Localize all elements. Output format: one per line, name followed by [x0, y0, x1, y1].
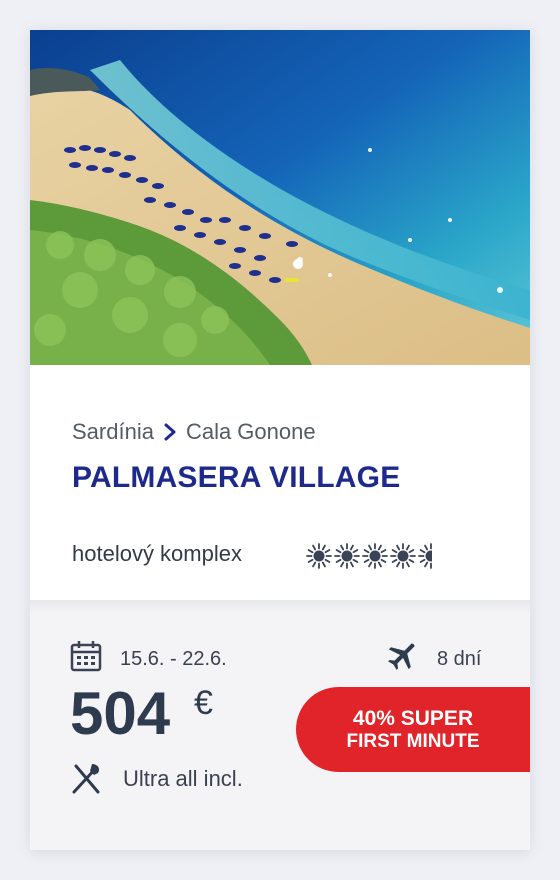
discount-badge[interactable]: 40% SUPER FIRST MINUTE — [296, 687, 530, 772]
badge-line-2: FIRST MINUTE — [346, 730, 480, 752]
badge-line-1: 40% SUPER — [352, 706, 474, 730]
booking-summary: 15.6. - 22.6. 8 dní 504 € Ultra all incl… — [30, 600, 530, 850]
chevron-right-icon — [164, 423, 176, 441]
breadcrumb: Sardínia Cala Gonone — [72, 419, 316, 445]
rating — [306, 543, 432, 571]
hotel-name[interactable]: PALMASERA VILLAGE — [72, 461, 400, 495]
sun-icon — [306, 543, 332, 569]
price-amount: 504 — [70, 680, 171, 747]
hotel-photo[interactable] — [30, 30, 530, 365]
sun-icon — [362, 543, 388, 569]
sun-icon — [418, 543, 432, 569]
hotel-type: hotelový komplex — [72, 541, 242, 566]
airplane-icon — [388, 643, 415, 670]
hotel-info: Sardínia Cala Gonone PALMASERA VILLAGE h… — [30, 365, 530, 600]
board-type: Ultra all incl. — [123, 766, 243, 791]
price-currency: € — [194, 684, 213, 722]
sun-icon — [390, 543, 416, 569]
calendar-icon — [70, 641, 102, 672]
travel-dates: 15.6. - 22.6. — [120, 648, 227, 670]
hotel-card[interactable]: Sardínia Cala Gonone PALMASERA VILLAGE h… — [30, 30, 530, 850]
fork-knife-icon — [72, 764, 100, 794]
resort-link[interactable]: Cala Gonone — [186, 419, 316, 445]
sun-icon — [334, 543, 360, 569]
trip-duration: 8 dní — [437, 648, 482, 670]
region-link[interactable]: Sardínia — [72, 419, 154, 445]
